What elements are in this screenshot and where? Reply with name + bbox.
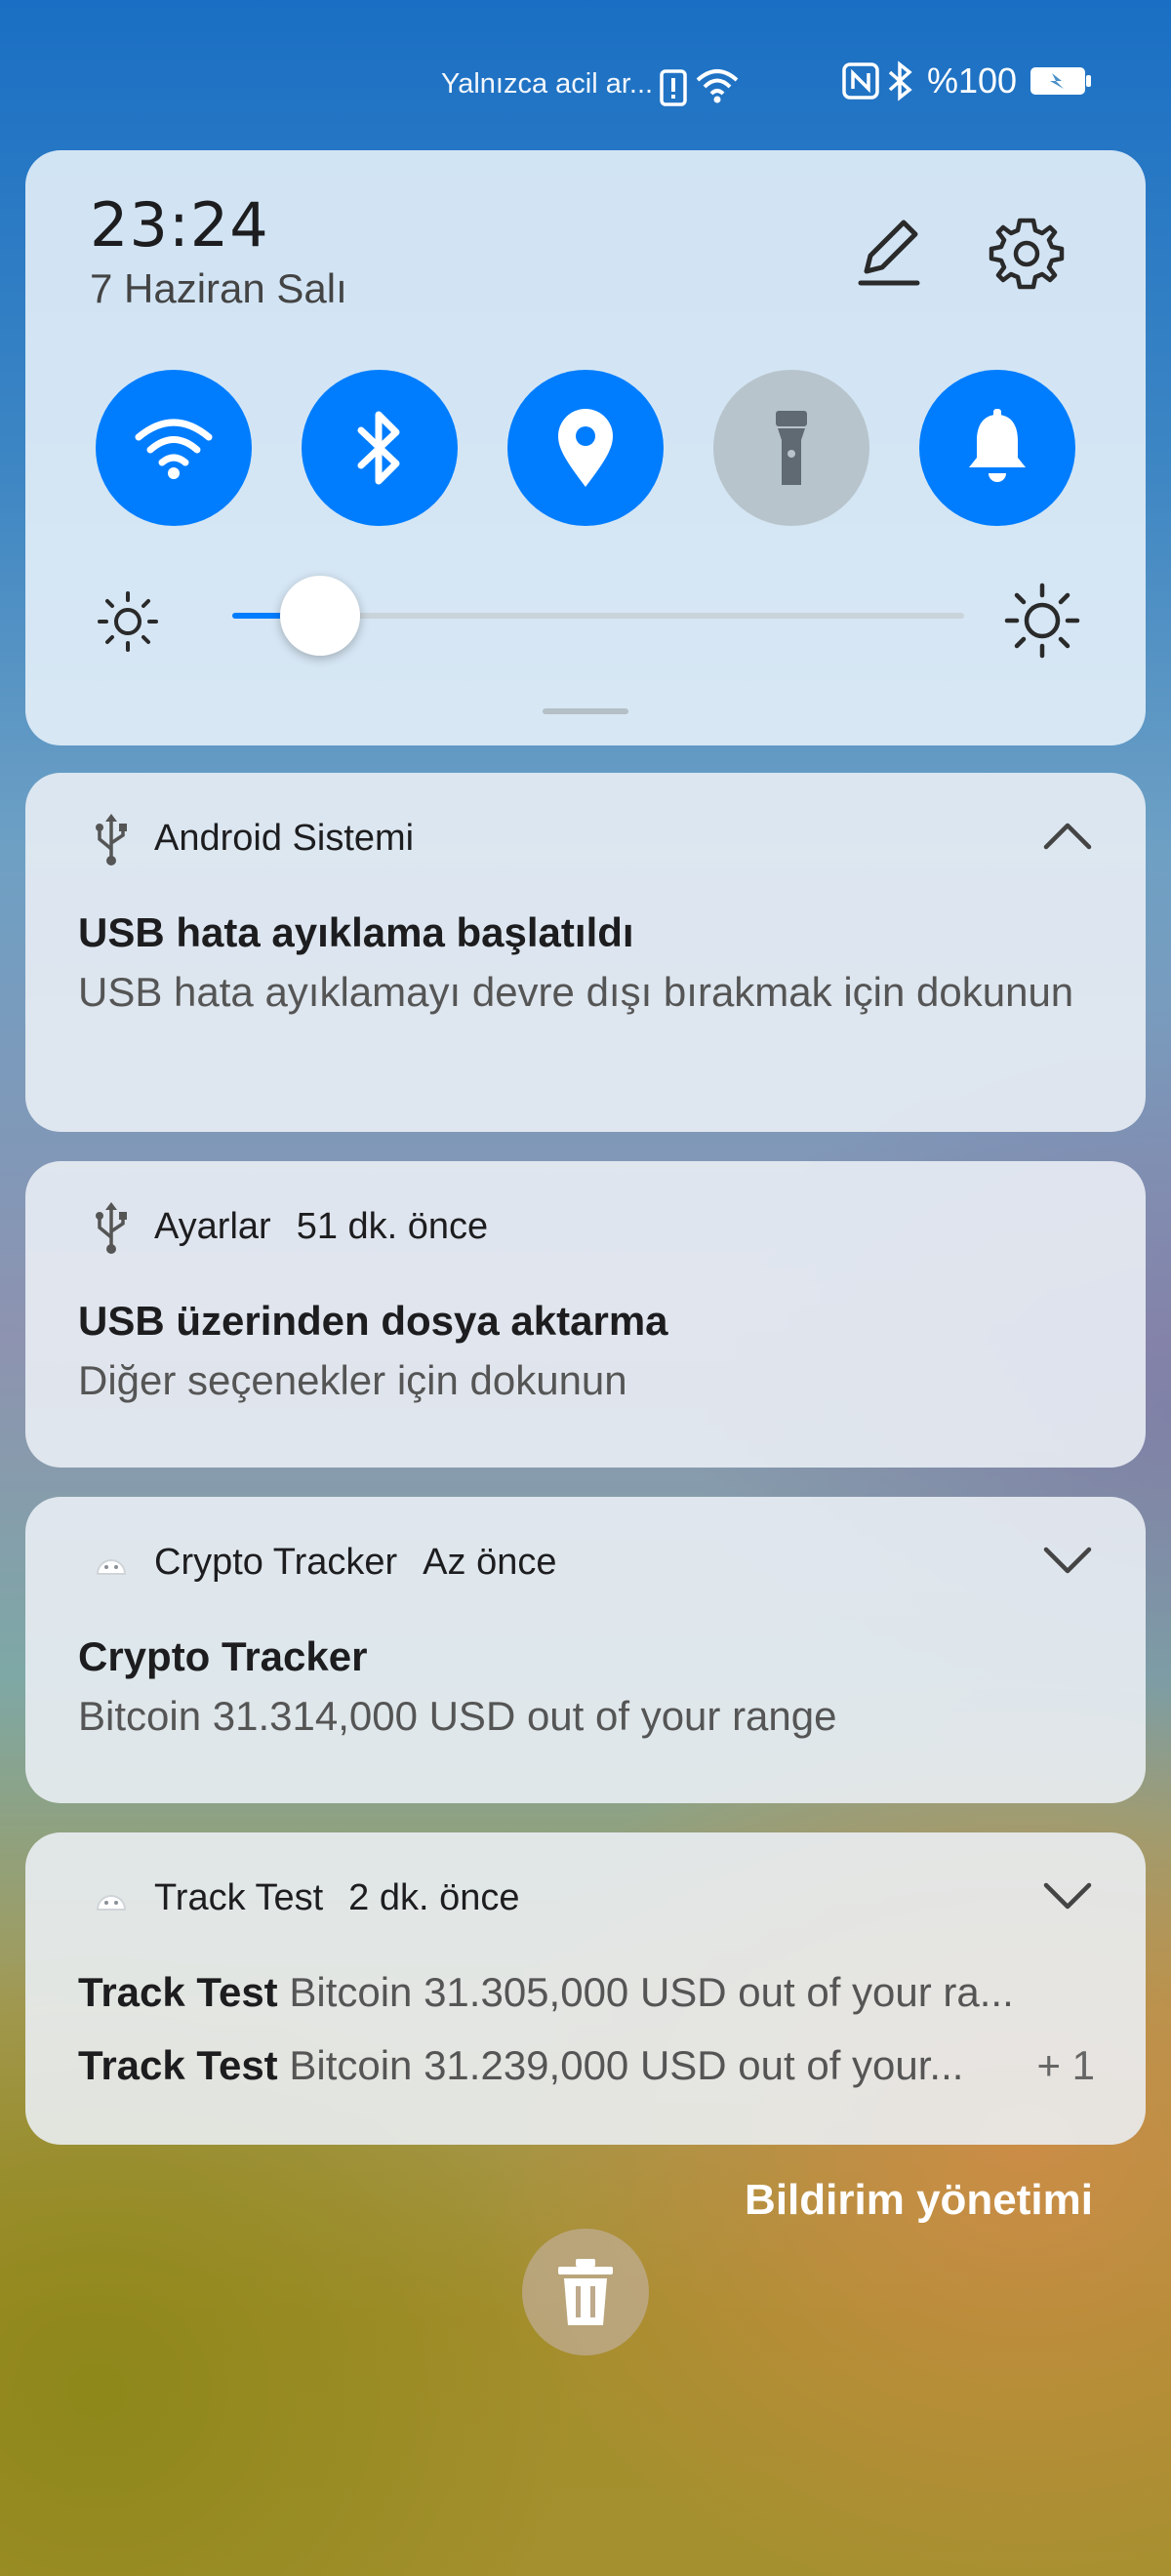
notification-title: Crypto Tracker xyxy=(78,1633,368,1679)
gear-icon[interactable] xyxy=(988,215,1066,293)
chevron-down-icon[interactable] xyxy=(1040,1875,1095,1914)
status-bar: Yalnızca acil ar... %100 xyxy=(0,0,1171,146)
clock-date: 7 Haziran Salı xyxy=(90,265,347,311)
notification-body: Diğer seçenekler için dokunun xyxy=(78,1357,627,1403)
notification-settings[interactable]: Ayarlar 51 dk. önce USB üzerinden dosya a… xyxy=(25,1161,1146,1468)
location-toggle[interactable] xyxy=(507,370,664,526)
bluetooth-icon xyxy=(888,60,912,101)
notification-android-system[interactable]: Android Sistemi USB hata ayıklama başlat… xyxy=(25,773,1146,1132)
brightness-high-icon xyxy=(1004,583,1080,659)
edit-icon[interactable] xyxy=(849,213,927,291)
brightness-low-icon xyxy=(98,591,158,652)
notification-app-name: Android Sistemi xyxy=(154,818,415,859)
clock-time: 23:24 xyxy=(90,189,269,261)
carrier-text: Yalnızca acil ar... xyxy=(441,68,654,100)
quick-settings-handle[interactable] xyxy=(543,708,628,714)
notification-track-test[interactable]: Track Test 2 dk. önce Track Test Bitcoin … xyxy=(25,1832,1146,2145)
android-icon xyxy=(82,1870,141,1928)
nfc-icon xyxy=(842,62,879,100)
inbox-line: Track Test Bitcoin 31.305,000 USD out of… xyxy=(78,1969,1014,2015)
wifi-icon xyxy=(696,69,739,103)
flashlight-icon xyxy=(776,411,807,485)
notification-app-name: Crypto Tracker Az önce xyxy=(154,1542,557,1583)
trash-icon xyxy=(558,2259,613,2325)
notification-time: Az önce xyxy=(423,1542,557,1583)
alert-icon xyxy=(660,69,687,106)
clear-all-button[interactable] xyxy=(522,2229,649,2355)
notification-time: 2 dk. önce xyxy=(348,1877,520,1918)
notification-crypto-tracker[interactable]: Crypto Tracker Az önce Crypto Tracker Bit… xyxy=(25,1497,1146,1803)
notification-body: USB hata ayıklamayı devre dışı bırakmak … xyxy=(78,969,1074,1015)
wifi-toggle[interactable] xyxy=(96,370,252,526)
usb-icon xyxy=(82,810,141,868)
more-count: + 1 xyxy=(1036,2042,1095,2088)
brightness-slider-thumb[interactable] xyxy=(280,576,360,656)
status-right-group: %100 xyxy=(841,60,1093,101)
chevron-down-icon[interactable] xyxy=(1040,1540,1095,1579)
wifi-icon xyxy=(135,419,213,479)
bluetooth-toggle[interactable] xyxy=(302,370,458,526)
bell-icon xyxy=(969,409,1026,482)
chevron-up-icon[interactable] xyxy=(1040,816,1095,855)
sound-toggle[interactable] xyxy=(919,370,1075,526)
notification-title: USB hata ayıklama başlatıldı xyxy=(78,909,634,955)
bluetooth-icon xyxy=(357,411,400,485)
notification-management-link[interactable]: Bildirim yönetimi xyxy=(745,2176,1093,2225)
notification-app-name: Ayarlar 51 dk. önce xyxy=(154,1206,489,1247)
battery-charging-icon xyxy=(1030,67,1092,95)
notification-time: 51 dk. önce xyxy=(296,1206,489,1247)
battery-text: %100 xyxy=(927,60,1018,101)
android-icon xyxy=(82,1534,141,1592)
location-icon xyxy=(558,409,613,487)
quick-settings-panel: 23:24 7 Haziran Salı xyxy=(25,150,1146,745)
notification-title: USB üzerinden dosya aktarma xyxy=(78,1298,668,1344)
inbox-line: Track Test Bitcoin 31.239,000 USD out of… xyxy=(78,2042,964,2088)
notification-app-name: Track Test 2 dk. önce xyxy=(154,1877,520,1918)
usb-icon xyxy=(82,1198,141,1257)
notification-body: Bitcoin 31.314,000 USD out of your range xyxy=(78,1693,837,1739)
flashlight-toggle[interactable] xyxy=(713,370,869,526)
